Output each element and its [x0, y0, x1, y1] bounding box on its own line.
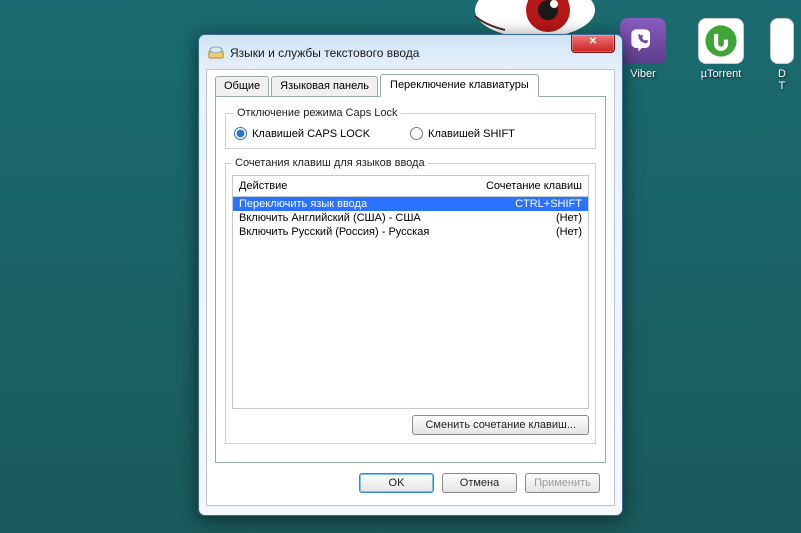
window-title: Языки и службы текстового ввода [230, 46, 613, 60]
col-combo: Сочетание клавиш [486, 180, 582, 192]
cancel-button[interactable]: Отмена [442, 473, 517, 493]
tab-general[interactable]: Общие [215, 76, 269, 97]
tab-keyboard-switch[interactable]: Переключение клавиатуры [380, 74, 539, 97]
hotkeys-legend: Сочетания клавиш для языков ввода [232, 157, 428, 169]
close-icon: ✕ [589, 36, 597, 47]
list-item[interactable]: Переключить язык ввода CTRL+SHIFT [233, 197, 588, 211]
col-action: Действие [239, 180, 287, 192]
radio-shift[interactable]: Клавишей SHIFT [410, 127, 515, 140]
desktop-icon-label: µTorrent [701, 68, 742, 80]
tab-strip: Общие Языковая панель Переключение клави… [215, 76, 606, 97]
tab-content: Отключение режима Caps Lock Клавишей CAP… [215, 96, 606, 463]
apply-button[interactable]: Применить [525, 473, 600, 493]
list-item[interactable]: Включить Английский (США) - США (Нет) [233, 211, 588, 225]
change-hotkey-button[interactable]: Сменить сочетание клавиш... [412, 415, 589, 435]
ok-button[interactable]: OK [359, 473, 434, 493]
desktop-icon-label: T [779, 80, 786, 92]
dialog-buttons: OK Отмена Применить [215, 463, 606, 495]
desktop-icon-utorrent[interactable]: µTorrent [691, 18, 751, 92]
desktop-icons: Viber µTorrent D T [613, 18, 801, 92]
dialog-body: Общие Языковая панель Переключение клави… [206, 69, 615, 506]
dialog-window: ✕ Языки и службы текстового ввода Общие … [198, 34, 623, 516]
titlebar[interactable]: Языки и службы текстового ввода [206, 41, 615, 65]
window-icon [208, 45, 224, 61]
capslock-group: Отключение режима Caps Lock Клавишей CAP… [225, 107, 596, 149]
radio-shift-input[interactable] [410, 127, 423, 140]
capslock-legend: Отключение режима Caps Lock [234, 107, 401, 119]
desktop-icon-partial[interactable]: D T [769, 18, 795, 92]
list-header: Действие Сочетание клавиш [232, 175, 589, 197]
desktop-icon-label: Viber [630, 68, 655, 80]
hotkeys-group: Сочетания клавиш для языков ввода Действ… [225, 157, 596, 444]
tab-language-bar[interactable]: Языковая панель [271, 76, 378, 97]
desktop-icon-label: D [778, 68, 786, 80]
hotkeys-list[interactable]: Переключить язык ввода CTRL+SHIFT Включи… [232, 197, 589, 409]
list-item[interactable]: Включить Русский (Россия) - Русская (Нет… [233, 225, 588, 239]
radio-capslock[interactable]: Клавишей CAPS LOCK [234, 127, 370, 140]
close-button[interactable]: ✕ [571, 35, 615, 53]
radio-capslock-input[interactable] [234, 127, 247, 140]
